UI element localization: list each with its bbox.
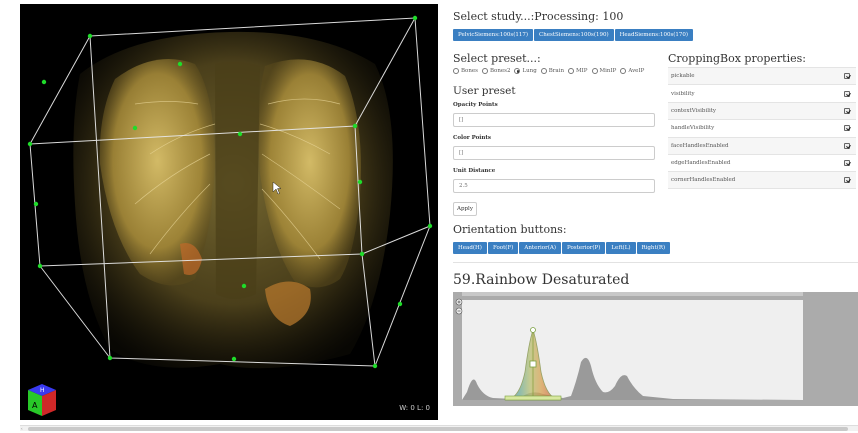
radio-minip <box>591 68 598 74</box>
visibility-checkbox[interactable] <box>844 90 850 97</box>
horizontal-scrollbar[interactable]: ‹ <box>20 425 858 431</box>
orient-head-button[interactable]: Head(H) <box>453 242 487 254</box>
color-points-input[interactable]: [] <box>453 146 655 160</box>
study-chest-button[interactable]: ChestSiemens:100s(190) <box>534 29 614 41</box>
preset-radio-group: Bones Bones2 Lung Brain MIP MinIP AveIP <box>453 68 644 74</box>
study-button-row: PelvicSiemens:100s(117) ChestSiemens:100… <box>453 29 694 41</box>
orient-left-button[interactable]: Left(L) <box>606 242 636 254</box>
colormap-title: 59.Rainbow Desaturated <box>453 272 630 288</box>
preset-aveip[interactable]: AveIP <box>620 68 644 74</box>
context-visibility-checkbox[interactable] <box>844 107 850 114</box>
cropping-properties-table: pickable visibility contextVisibility ha… <box>668 67 856 189</box>
radio-bones <box>453 68 459 74</box>
edge-handles-checkbox[interactable] <box>844 160 850 167</box>
crop-prop-label: handleVisibility <box>671 125 715 132</box>
corner-handles-checkbox[interactable] <box>844 177 850 184</box>
cube-top-label: H <box>40 387 45 394</box>
scrollbar-thumb[interactable] <box>28 427 848 431</box>
crop-prop-label: visibility <box>671 90 695 97</box>
orientation-button-row: Head(H) Foot(F) Anterior(A) Posterior(P)… <box>453 242 671 254</box>
preset-bones[interactable]: Bones <box>453 68 478 74</box>
gaussian-peak-handle <box>530 327 536 333</box>
opacity-points-label: Opacity Points <box>453 102 498 108</box>
scroll-left-arrow-icon[interactable]: ‹ <box>21 426 23 431</box>
study-pelvic-button[interactable]: PelvicSiemens:100s(117) <box>453 29 533 41</box>
preset-minip[interactable]: MinIP <box>591 68 616 74</box>
crop-prop-label: faceHandlesEnabled <box>671 142 729 149</box>
orient-posterior-button[interactable]: Posterior(P) <box>562 242 606 254</box>
face-handles-checkbox[interactable] <box>844 142 850 149</box>
crop-prop-row: visibility <box>668 84 856 101</box>
orientation-title: Orientation buttons: <box>453 223 567 236</box>
preset-lung[interactable]: Lung <box>514 68 537 74</box>
orient-right-button[interactable]: Right(R) <box>636 242 671 254</box>
radio-mip <box>568 68 574 74</box>
crop-prop-row: edgeHandlesEnabled <box>668 153 856 171</box>
select-study-title: Select study...:Processing: 100 <box>453 10 624 23</box>
radio-aveip <box>620 68 627 74</box>
study-head-button[interactable]: HeadSiemens:100s(170) <box>614 29 694 41</box>
gaussian-bias-handle <box>529 360 537 368</box>
crop-prop-label: edgeHandlesEnabled <box>671 160 731 167</box>
volume-rendering[interactable] <box>20 4 438 420</box>
orient-foot-button[interactable]: Foot(F) <box>487 242 519 254</box>
gaussian-width-handle <box>504 395 562 401</box>
select-preset-title: Select preset...: <box>453 52 541 65</box>
pickable-checkbox[interactable] <box>844 73 850 80</box>
cropping-title: CroppingBox properties: <box>668 52 806 65</box>
cube-front-label: A <box>32 401 38 410</box>
preset-mip[interactable]: MIP <box>568 68 588 74</box>
crop-prop-row: contextVisibility <box>668 101 856 120</box>
crop-prop-row: handleVisibility <box>668 119 856 136</box>
preset-bones2[interactable]: Bones2 <box>481 68 510 74</box>
radio-brain <box>540 68 547 74</box>
preset-brain[interactable]: Brain <box>540 68 564 74</box>
section-divider <box>453 262 858 263</box>
color-points-label: Color Points <box>453 135 491 141</box>
unit-distance-label: Unit Distance <box>453 168 496 174</box>
crop-prop-label: contextVisibility <box>671 107 717 114</box>
apply-button[interactable]: Apply <box>453 202 477 216</box>
radio-bones2 <box>481 68 488 74</box>
tf-canvas <box>462 300 803 400</box>
crop-prop-row: cornerHandlesEnabled <box>668 171 856 189</box>
orient-anterior-button[interactable]: Anterior(A) <box>519 242 561 254</box>
transfer-function-editor[interactable] <box>453 292 858 406</box>
crop-prop-row: faceHandlesEnabled <box>668 136 856 154</box>
crop-prop-row: pickable <box>668 67 856 85</box>
crop-prop-label: pickable <box>671 73 695 80</box>
unit-distance-input[interactable] <box>453 179 655 193</box>
colorbar-strip <box>462 292 803 296</box>
handle-visibility-checkbox[interactable] <box>844 125 850 132</box>
user-preset-title: User preset <box>453 85 516 97</box>
window-level-readout: W: 0 L: 0 <box>399 404 430 412</box>
orientation-cube-icon: H A <box>28 384 56 416</box>
radio-lung <box>514 68 521 74</box>
volume-viewport[interactable]: H A W: 0 L: 0 <box>20 4 438 420</box>
opacity-points-input[interactable]: [] <box>453 113 655 127</box>
crop-prop-label: cornerHandlesEnabled <box>671 177 736 184</box>
